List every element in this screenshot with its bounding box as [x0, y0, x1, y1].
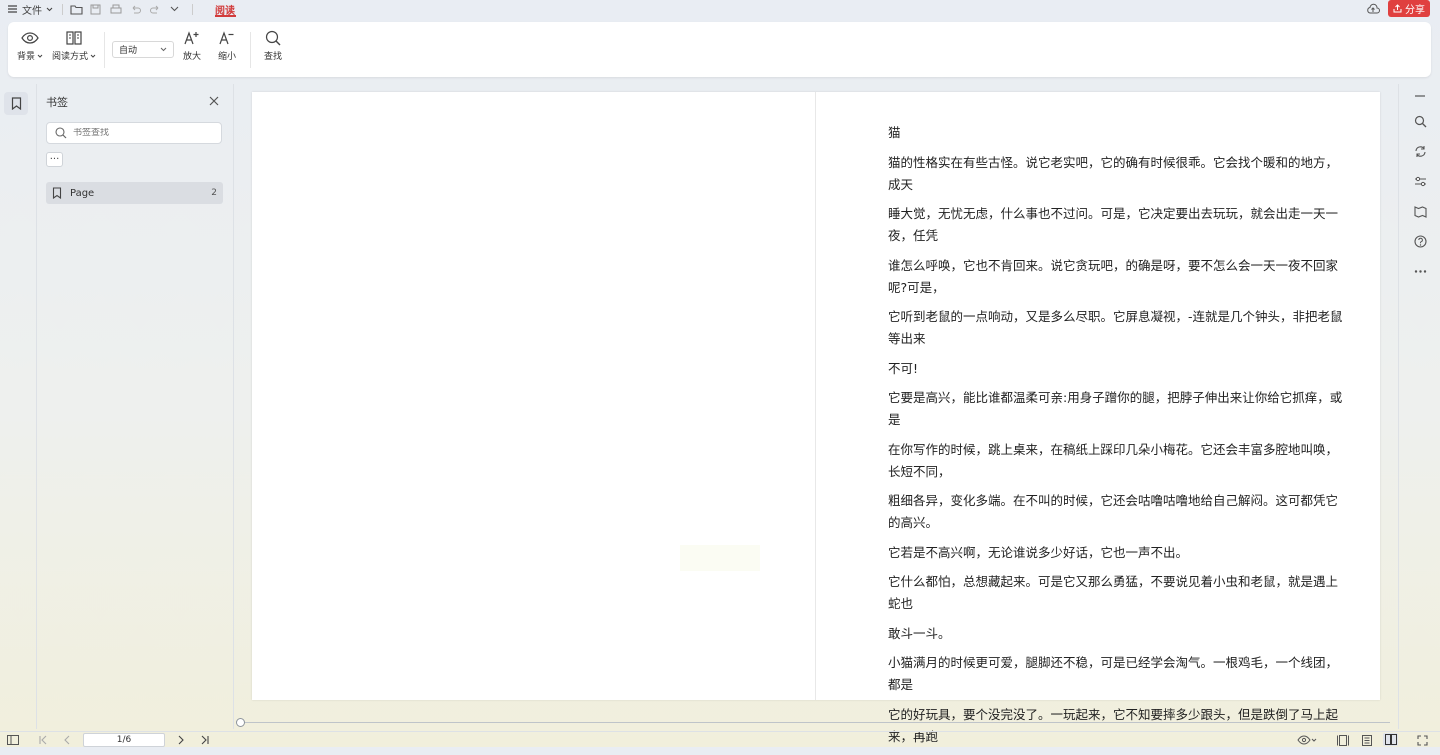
open-folder-icon[interactable]: [70, 1, 83, 17]
zoom-in-label: 放大: [183, 52, 202, 62]
continuous-view-icon[interactable]: [1361, 734, 1373, 746]
document-title: 猫: [888, 125, 901, 140]
background-label: 背景: [17, 52, 36, 62]
zoom-out-label: 缩小: [218, 52, 237, 62]
slider-thumb[interactable]: [236, 718, 245, 727]
ribbon-toolbar: 背景 阅读方式 自动 放大 缩小 查找: [8, 22, 1431, 77]
left-page: [252, 92, 815, 700]
page-number-field[interactable]: 1/6: [83, 733, 165, 747]
title-bar: 文件 阅读 分享: [0, 0, 1440, 18]
font-increase-icon: [183, 30, 201, 46]
book-icon: [65, 30, 83, 46]
hamburger-icon: [8, 5, 17, 13]
paragraph: 它若是不高兴啊，无论谁说多少好话，它也一声不出。: [888, 544, 1189, 560]
search-icon: [55, 127, 67, 139]
bookmark-panel-toggle[interactable]: [4, 92, 28, 115]
read-mode-button[interactable]: 阅读方式: [52, 30, 96, 62]
eye-icon: [21, 30, 39, 46]
single-page-view-icon[interactable]: [1337, 734, 1349, 746]
zoom-value: 自动: [119, 46, 138, 56]
document-viewer[interactable]: 猫 猫的性格实在有些古怪。说它老实吧，它的确有时候很乖。它会找个暖和的地方，成天…: [252, 92, 1380, 744]
search-icon[interactable]: [1412, 113, 1428, 129]
close-icon: [209, 96, 219, 106]
panel-title: 书签: [46, 96, 68, 109]
paragraph: 谁怎么呼唤，它也不肯回来。说它贪玩吧，的确是呀，要不怎么会一天一夜不回家呢?可是…: [888, 257, 1339, 295]
more-icon[interactable]: [1412, 263, 1428, 279]
find-label: 查找: [264, 52, 283, 62]
paragraph: 它听到老鼠的一点响动，又是多么尽职。它屏息凝视，-连就是几个钟头，非把老鼠等出来: [888, 309, 1343, 346]
minimize-panel-icon[interactable]: [1412, 88, 1428, 104]
file-menu-label: 文件: [22, 5, 42, 17]
active-tab-indicator: [215, 15, 236, 17]
zoom-select[interactable]: 自动: [112, 41, 174, 58]
slider-track: [242, 722, 1390, 723]
first-page-icon[interactable]: [37, 734, 49, 746]
page-divider: [815, 92, 816, 700]
share-icon: [1393, 4, 1402, 13]
more-options-button[interactable]: ···: [46, 152, 63, 167]
ribbon-divider: [250, 32, 251, 68]
paragraph: 它要是高兴，能比谁都温柔可亲:用身子蹭你的腿，把脖子伸出来让你给它抓痒，或是: [888, 390, 1343, 427]
paragraph: 猫的性格实在有些古怪。说它老实吧，它的确有时候很乖。它会找个暖和的地方，成天: [888, 154, 1339, 192]
eye-protection-button[interactable]: [1296, 734, 1318, 746]
bookmark-search-input[interactable]: [73, 128, 203, 138]
bookmark-icon: [11, 97, 21, 110]
paragraph: 不可!: [888, 360, 919, 376]
page-highlight: [680, 545, 760, 571]
file-menu[interactable]: 文件: [8, 1, 53, 17]
help-icon[interactable]: [1412, 233, 1428, 249]
bookmark-item-page: 2: [211, 188, 217, 198]
chevron-down-icon: [160, 47, 167, 52]
undo-icon[interactable]: [130, 1, 141, 17]
fullscreen-icon[interactable]: [1416, 734, 1428, 746]
save-icon[interactable]: [90, 1, 101, 17]
redo-icon[interactable]: [150, 1, 161, 17]
next-page-icon[interactable]: [175, 734, 187, 746]
bookmark-search[interactable]: [46, 122, 222, 144]
right-sidebar-rail: [1398, 84, 1440, 729]
search-icon: [264, 30, 282, 46]
background-button[interactable]: 背景: [17, 30, 43, 62]
read-mode-label: 阅读方式: [52, 52, 89, 62]
chevron-down-icon: [90, 54, 96, 58]
left-sidebar-rail: [0, 84, 37, 729]
share-button[interactable]: 分享: [1388, 0, 1430, 17]
previous-page-icon[interactable]: [61, 734, 73, 746]
bookmark-item-label: Page: [70, 187, 95, 199]
page-scroll-slider[interactable]: [236, 718, 1392, 728]
bookmark-panel: 书签 ··· Page 2: [37, 84, 234, 729]
paragraph: 它什么都怕，总想藏起来。可是它又那么勇猛，不要说见着小虫和老鼠，就是遇上蛇也: [888, 574, 1339, 611]
two-page-view-icon[interactable]: [1383, 733, 1398, 746]
close-panel-button[interactable]: [207, 94, 221, 108]
last-page-icon[interactable]: [199, 734, 211, 746]
zoom-in-button[interactable]: 放大: [183, 30, 201, 62]
status-bar: 1/6: [0, 731, 1440, 748]
right-page-text: 猫 猫的性格实在有些古怪。说它老实吧，它的确有时候很乖。它会找个暖和的地方，成天…: [888, 122, 1348, 755]
settings-sliders-icon[interactable]: [1412, 173, 1428, 189]
paragraph: 睡大觉，无忧无虑，什么事也不过问。可是，它决定要出去玩玩，就会出走一天一夜，任凭: [888, 206, 1339, 243]
bookmark-icon: [52, 187, 62, 199]
bookmark-item[interactable]: Page 2: [46, 182, 223, 204]
chevron-down-icon: [46, 7, 53, 12]
eye-icon: [1297, 735, 1317, 745]
toolbar-divider: [62, 1, 63, 17]
zoom-out-button[interactable]: 缩小: [218, 30, 236, 62]
ribbon-divider: [104, 32, 105, 68]
toolbar-divider: [192, 1, 193, 17]
paragraph: 粗细各异，变化多端。在不叫的时候，它还会咕噜咕噜地给自己解闷。这可都凭它的高兴。: [888, 493, 1339, 530]
chevron-down-icon: [37, 54, 43, 58]
paragraph: 小猫满月的时候更可爱，腿脚还不稳，可是已经学会淘气。一根鸡毛，一个线团，都是: [888, 655, 1339, 692]
sync-icon[interactable]: [1412, 143, 1428, 159]
more-dropdown-icon[interactable]: [170, 1, 179, 17]
font-decrease-icon: [218, 30, 236, 46]
share-label: 分享: [1405, 5, 1425, 16]
print-icon[interactable]: [110, 1, 122, 17]
reading-map-icon[interactable]: [1412, 203, 1428, 219]
sidebar-toggle-icon[interactable]: [7, 734, 19, 746]
cloud-sync-icon[interactable]: [1366, 1, 1380, 17]
find-button[interactable]: 查找: [264, 30, 282, 62]
paragraph: 在你写作的时候，跳上桌来，在稿纸上踩印几朵小梅花。它还会丰富多腔地叫唤，长短不同…: [888, 441, 1339, 479]
paragraph: 敢斗一斗。: [888, 625, 951, 641]
